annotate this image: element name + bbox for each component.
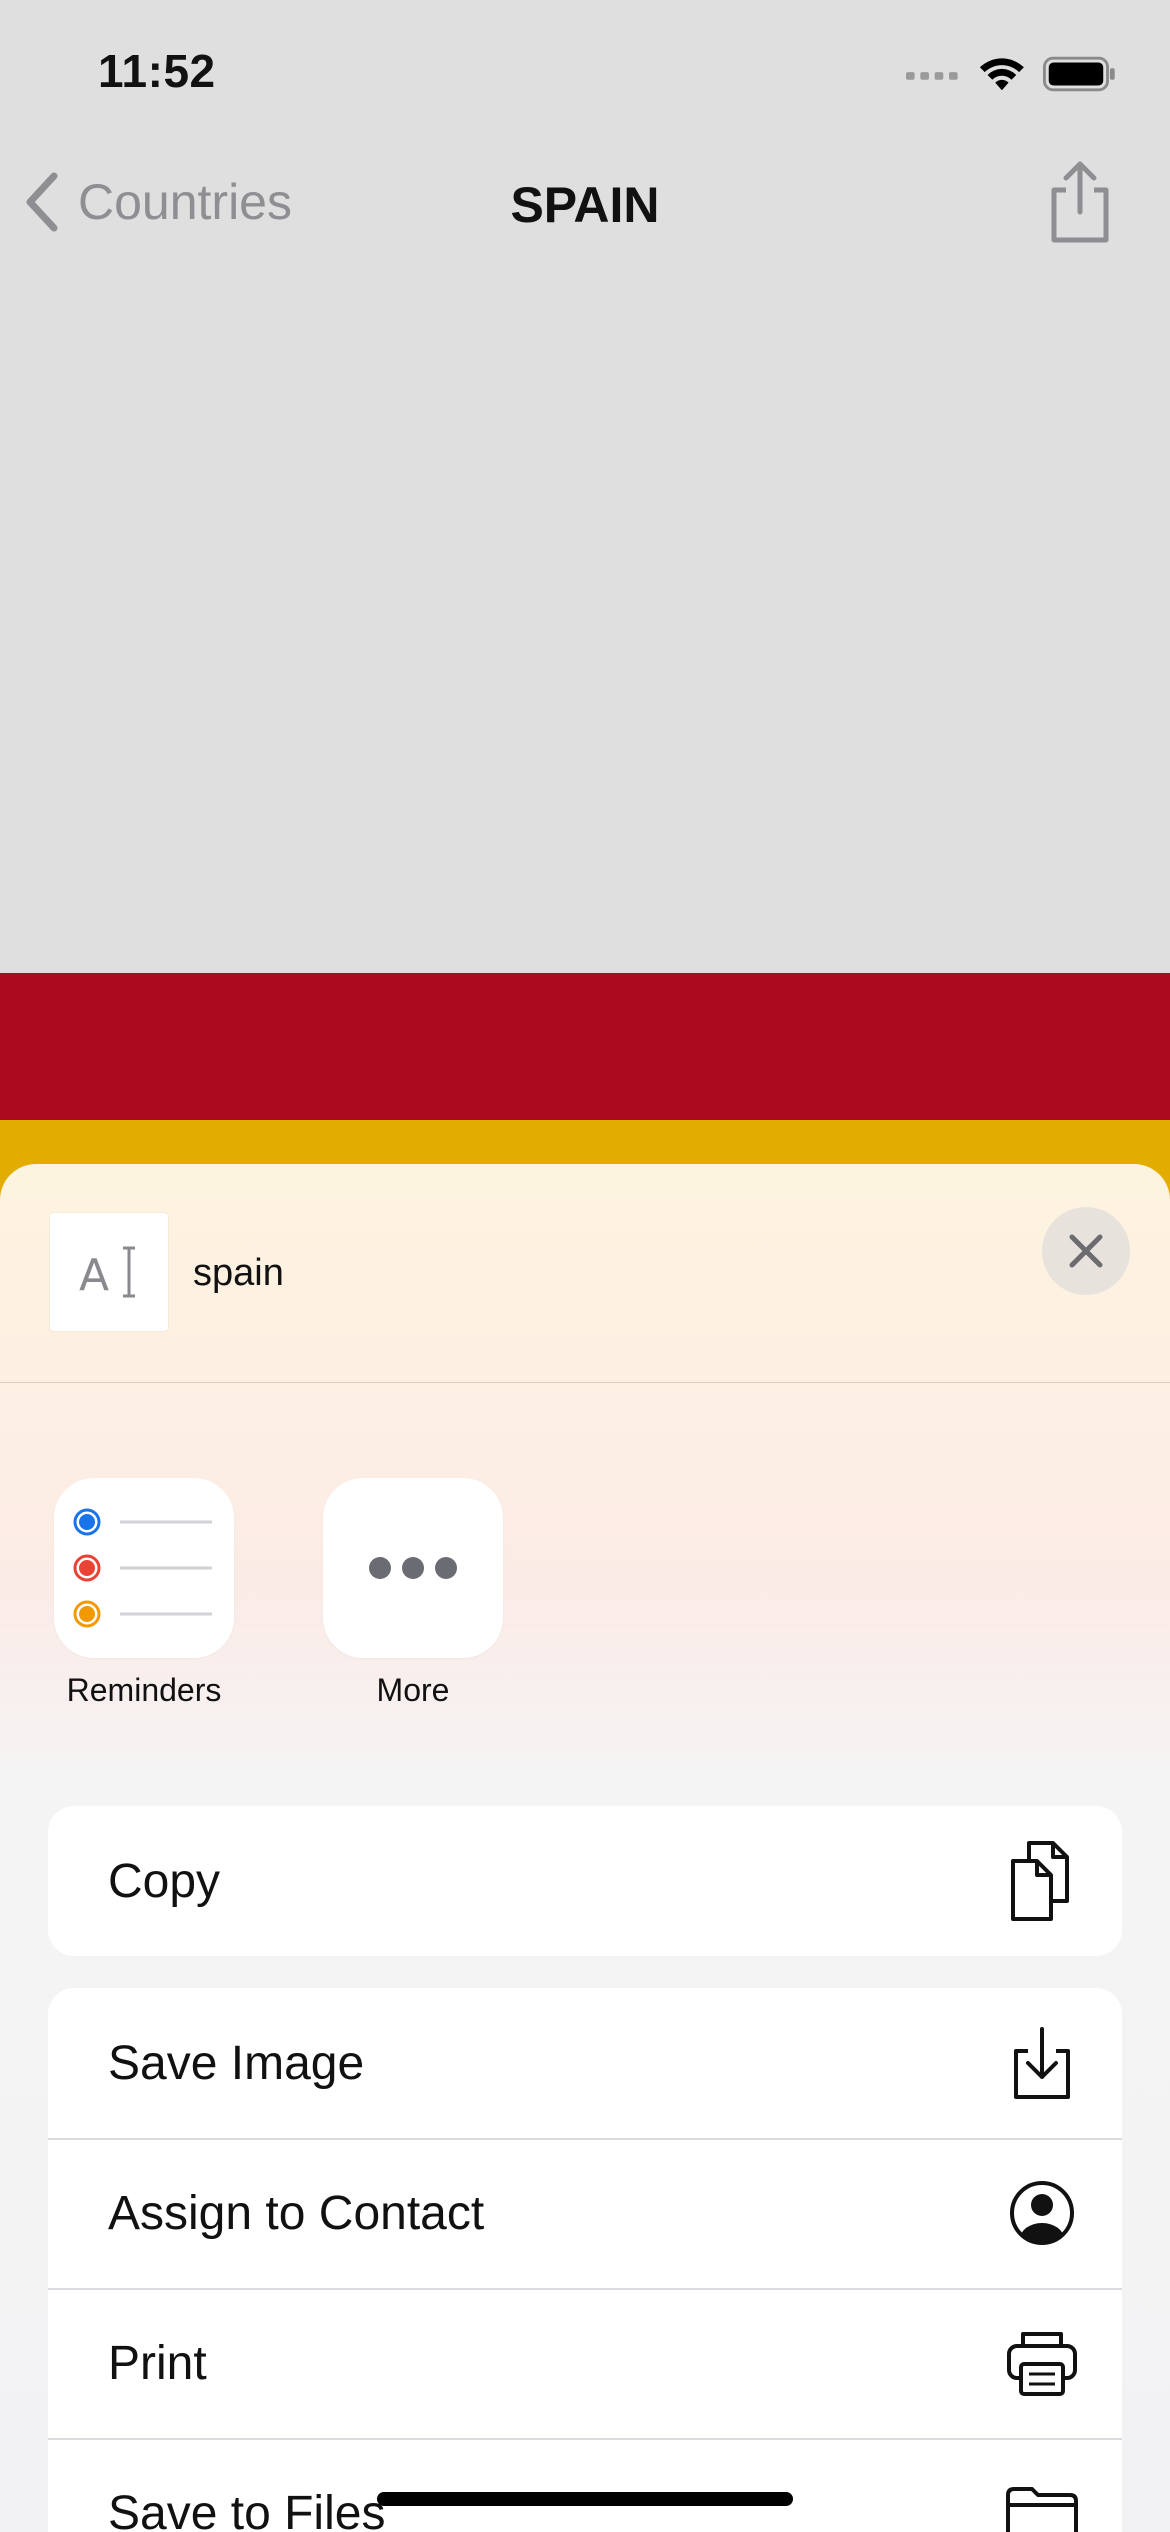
svg-text:A: A [79,1250,109,1301]
copy-icon [1002,1836,1082,1926]
share-sheet: A spain Reminders More Copy Save Image A… [0,1164,1170,2532]
save-to-files-action[interactable]: Save to Files [48,2438,1122,2532]
share-button[interactable] [1044,160,1116,244]
print-action[interactable]: Print [48,2288,1122,2438]
battery-icon [1043,56,1116,92]
cellular-signal-icon [906,72,958,80]
share-icon [1051,161,1109,243]
preview-thumbnail: A [50,1213,168,1331]
close-icon [1069,1234,1103,1268]
save-image-label: Save Image [108,2036,365,2090]
action-group-copy: Copy [48,1806,1122,1956]
contact-icon [1002,2168,1082,2258]
wifi-icon [979,58,1024,91]
more-apps-label: More [376,1672,450,1708]
copy-label: Copy [108,1854,221,1908]
preview-title: spain [193,1252,284,1294]
page-title: SPAIN [510,177,660,233]
reminders-app-label: Reminders [66,1672,222,1708]
folder-icon [1002,2468,1082,2532]
print-label: Print [108,2336,207,2390]
reminders-app-button[interactable] [54,1478,234,1658]
home-indicator [377,2492,793,2506]
assign-to-contact-action[interactable]: Assign to Contact [48,2138,1122,2288]
action-group-main: Save Image Assign to Contact Print Save … [48,1988,1122,2532]
status-time: 11:52 [98,45,216,97]
share-sheet-header: A spain [0,1164,1170,1383]
assign-to-contact-label: Assign to Contact [108,2186,485,2240]
copy-action[interactable]: Copy [48,1806,1122,1956]
reminders-icon [73,1508,212,1628]
more-icon [369,1557,457,1579]
more-apps-button[interactable] [323,1478,503,1658]
flag-red-stripe [0,973,1170,1120]
close-button[interactable] [1042,1207,1130,1295]
text-document-icon: A [79,1246,135,1301]
save-image-action[interactable]: Save Image [48,1988,1122,2138]
status-icons [906,52,1116,96]
printer-icon [1002,2318,1082,2408]
save-image-icon [1002,2018,1082,2108]
